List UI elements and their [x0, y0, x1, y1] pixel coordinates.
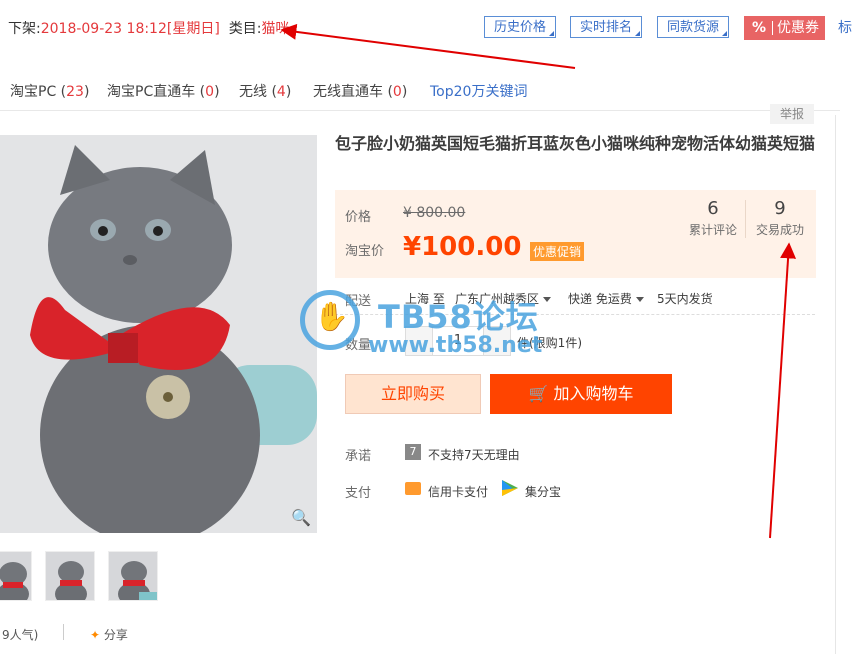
zoom-icon[interactable]: 🔍	[291, 509, 311, 527]
coupon-button[interactable]: % 优惠券	[744, 16, 825, 40]
history-price-button[interactable]: 历史价格	[484, 16, 557, 38]
chevron-down-icon	[635, 297, 644, 302]
stat-taobao-pc[interactable]: 淘宝PC (23)	[10, 81, 89, 101]
report-button[interactable]: 举报	[770, 104, 814, 124]
price-label: 价格	[345, 210, 372, 225]
reviews-count: 6	[707, 198, 719, 219]
payment-label: 支付	[345, 486, 372, 501]
kitten-thumb-1	[0, 552, 31, 600]
deals-count: 9	[774, 198, 786, 219]
thumbnail-1[interactable]	[0, 551, 32, 601]
offshelf-time: 2018-09-23 18:12[星期日]	[40, 21, 220, 37]
add-to-cart-label: 加入购物车	[553, 384, 634, 403]
kitten-photo	[0, 135, 317, 533]
offshelf-label: 下架:	[8, 21, 41, 37]
watermark-title: TB58论坛	[378, 298, 539, 336]
add-to-cart-button[interactable]: 🛒 加入购物车	[490, 374, 672, 414]
payment-method-credit: 信用卡支付	[428, 485, 489, 499]
promise-label: 承诺	[345, 449, 372, 464]
thumbnail-3[interactable]	[108, 551, 158, 601]
taobao-price-label: 淘宝价	[345, 244, 385, 259]
promise-text: 不支持7天无理由	[428, 448, 520, 462]
percent-icon: %	[751, 20, 767, 36]
right-divider	[835, 115, 836, 654]
offshelf-info: 下架:2018-09-23 18:12[星期日] 类目:猫咪	[8, 18, 289, 38]
category-label: 类目:	[228, 21, 262, 37]
popularity-count: 9人气)	[2, 628, 39, 642]
cart-icon: 🛒	[528, 384, 549, 403]
payment-method-jifenbao: 集分宝	[525, 485, 562, 499]
buy-now-button[interactable]: 立即购买	[345, 374, 481, 414]
watermark-url: www.tb58.net	[368, 333, 543, 358]
express-select[interactable]: 快递 免运费	[568, 290, 644, 307]
reviews-label[interactable]: 累计评论	[683, 221, 743, 238]
share-button[interactable]: ✦ 分享	[90, 626, 128, 643]
kitten-thumb-2	[46, 552, 94, 600]
hand-icon: ✋	[314, 300, 349, 333]
product-title: 包子脸小奶猫英国短毛猫折耳蓝灰色小猫咪纯种宠物活体幼猫英短猫	[335, 134, 816, 153]
share-icon: ✦	[90, 628, 101, 642]
stat-wireless-ztc[interactable]: 无线直通车 (0)	[313, 81, 407, 101]
chevron-down-icon	[543, 297, 552, 302]
product-main-image[interactable]: 🔍	[0, 135, 317, 533]
kitten-thumb-3	[109, 552, 157, 600]
taobao-price: ¥100.00	[403, 232, 522, 262]
same-source-button[interactable]: 同款货源	[657, 16, 730, 38]
thumbnail-2[interactable]	[45, 551, 95, 601]
kpi-divider	[745, 200, 746, 238]
stat-taobao-pc-ztc[interactable]: 淘宝PC直通车 (0)	[107, 81, 220, 101]
deals-label[interactable]: 交易成功	[750, 221, 810, 238]
ship-time: 5天内发货	[657, 292, 713, 306]
category-link[interactable]: 猫咪	[261, 21, 289, 37]
original-price: ¥ 800.00	[403, 205, 466, 221]
credit-card-icon	[405, 482, 421, 495]
share-label: 分享	[103, 628, 128, 642]
extra-tool-link[interactable]: 标	[838, 17, 852, 37]
promo-badge[interactable]: 优惠促销	[530, 242, 585, 261]
coupon-label: 优惠券	[777, 20, 819, 36]
top20-keywords-link[interactable]: Top20万关键词	[430, 81, 527, 101]
realtime-rank-button[interactable]: 实时排名	[570, 16, 643, 38]
stat-wireless[interactable]: 无线 (4)	[239, 81, 291, 101]
no-return-icon: 7	[405, 444, 421, 460]
bottom-divider	[63, 624, 64, 640]
arrow-to-deals	[769, 242, 797, 539]
jifenbao-icon	[502, 480, 518, 500]
